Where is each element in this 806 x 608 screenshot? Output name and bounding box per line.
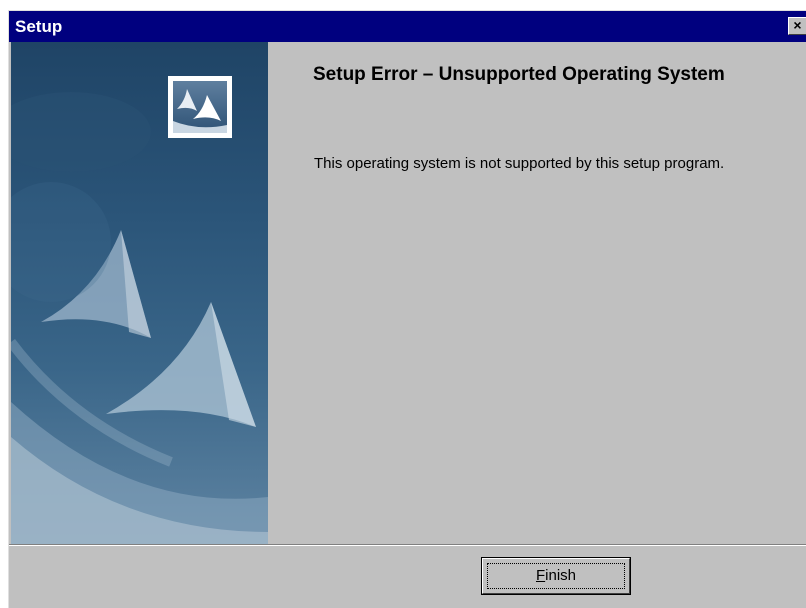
finish-mnemonic: F (535, 567, 546, 584)
footer-separator (9, 544, 806, 546)
setup-logo (168, 76, 232, 138)
error-message: This operating system is not supported b… (314, 155, 725, 172)
error-heading: Setup Error – Unsupported Operating Syst… (313, 64, 725, 85)
finish-label-rest: inish (545, 567, 577, 584)
main-content: Setup Error – Unsupported Operating Syst… (268, 42, 806, 544)
window-title: Setup (15, 17, 63, 36)
close-button[interactable]: × (788, 17, 806, 35)
finish-button[interactable]: Finish (481, 557, 631, 595)
title-bar[interactable]: Setup × (9, 11, 806, 42)
close-icon: × (793, 17, 802, 33)
side-panel-artwork (11, 42, 268, 544)
finish-button-label: Finish (487, 563, 625, 589)
tent-logo-icon (173, 81, 227, 133)
setup-dialog: Setup × Setup Error – Unsupported Operat… (8, 10, 806, 608)
